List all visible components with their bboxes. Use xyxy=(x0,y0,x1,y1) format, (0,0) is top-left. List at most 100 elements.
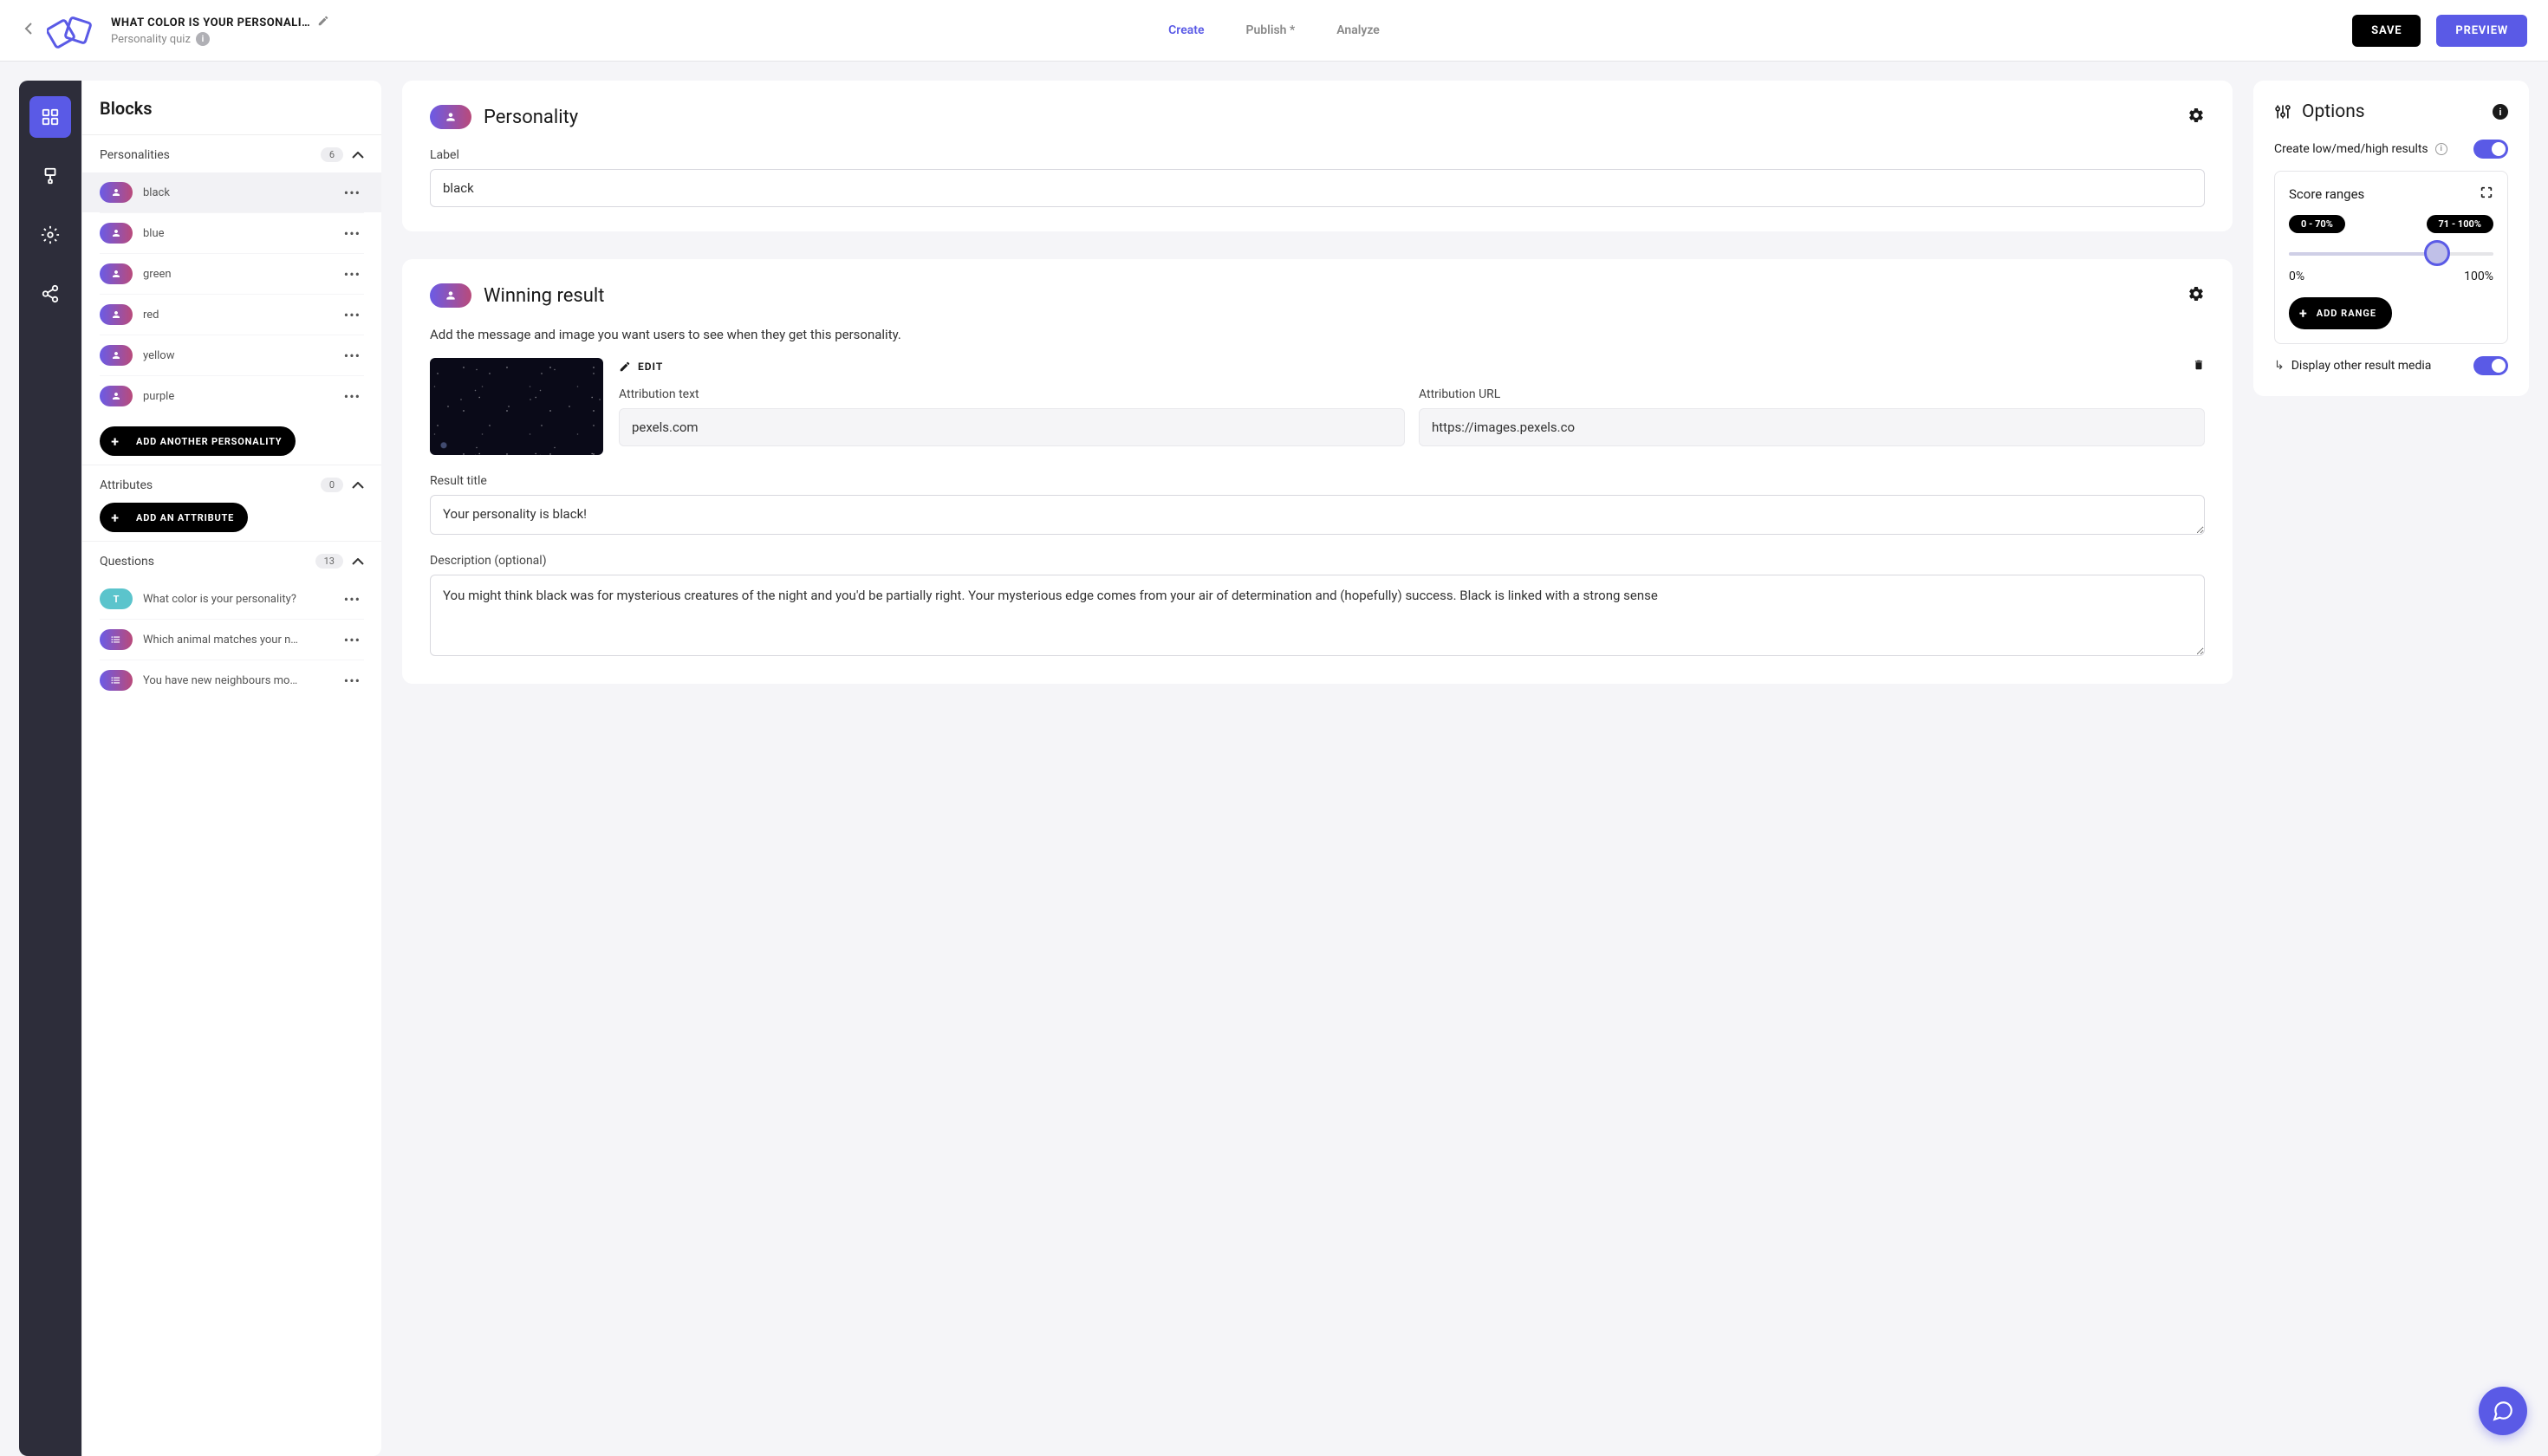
user-icon xyxy=(100,386,133,406)
personality-item-purple[interactable]: purple ••• xyxy=(100,375,364,416)
user-icon xyxy=(100,223,133,244)
score-ranges-title: Score ranges xyxy=(2289,186,2364,202)
quiz-subtitle: Personality quiz xyxy=(111,33,191,46)
chat-bubble-button[interactable] xyxy=(2479,1387,2527,1435)
tab-create[interactable]: Create xyxy=(1168,16,1204,44)
add-attribute-button[interactable]: + ADD AN ATTRIBUTE xyxy=(100,503,248,532)
more-icon[interactable]: ••• xyxy=(341,225,364,242)
rail-paint-icon[interactable] xyxy=(29,155,71,197)
attribution-url-input[interactable] xyxy=(1419,408,2205,446)
plus-icon: + xyxy=(105,507,126,528)
riddle-logo-icon[interactable] xyxy=(47,8,94,53)
add-range-button[interactable]: + ADD RANGE xyxy=(2289,297,2392,329)
question-item[interactable]: T What color is your personality? ••• xyxy=(100,579,364,619)
options-card: Options i Create low/med/high results i … xyxy=(2253,81,2529,396)
attribution-url-label: Attribution URL xyxy=(1419,387,2205,401)
sublevel-icon: ↳ xyxy=(2274,359,2285,373)
user-icon xyxy=(100,345,133,366)
expand-icon[interactable] xyxy=(2480,185,2493,203)
winning-result-helper: Add the message and image you want users… xyxy=(430,327,2205,342)
result-title-input[interactable] xyxy=(430,495,2205,535)
description-label: Description (optional) xyxy=(430,554,2205,568)
add-personality-button[interactable]: + ADD ANOTHER PERSONALITY xyxy=(100,426,296,456)
personalities-count: 6 xyxy=(321,147,343,162)
trash-icon[interactable] xyxy=(2193,358,2205,375)
info-icon[interactable]: i xyxy=(196,32,210,46)
section-personalities[interactable]: Personalities 6 xyxy=(100,147,364,162)
questions-count: 13 xyxy=(315,554,343,569)
personality-item-red[interactable]: red ••• xyxy=(100,294,364,335)
attribution-text-input[interactable] xyxy=(619,408,1405,446)
user-icon xyxy=(100,263,133,284)
rail-share-icon[interactable] xyxy=(29,273,71,315)
chevron-up-icon xyxy=(352,478,364,492)
tab-publish[interactable]: Publish * xyxy=(1246,16,1296,44)
list-icon xyxy=(100,670,133,691)
gear-icon[interactable] xyxy=(2187,107,2205,127)
range-pill-high: 71 - 100% xyxy=(2427,215,2494,233)
slider-max: 100% xyxy=(2464,270,2493,283)
result-title-label: Result title xyxy=(430,474,2205,488)
left-rail xyxy=(19,81,81,1456)
description-input[interactable] xyxy=(430,575,2205,656)
section-questions[interactable]: Questions 13 xyxy=(100,554,364,569)
save-button[interactable]: SAVE xyxy=(2352,15,2421,47)
more-icon[interactable]: ••• xyxy=(341,632,364,648)
plus-icon: + xyxy=(2299,305,2308,322)
personality-item-black[interactable]: black ••• xyxy=(82,172,381,212)
personality-item-yellow[interactable]: yellow ••• xyxy=(100,335,364,375)
question-item[interactable]: You have new neighbours mo… ••• xyxy=(100,660,364,700)
range-pill-low: 0 - 70% xyxy=(2289,215,2345,233)
question-item[interactable]: Which animal matches your n… ••• xyxy=(100,619,364,660)
attributes-count: 0 xyxy=(321,478,343,492)
winning-result-card: Winning result Add the message and image… xyxy=(402,259,2233,684)
user-icon xyxy=(430,283,471,308)
more-icon[interactable]: ••• xyxy=(341,185,364,201)
more-icon[interactable]: ••• xyxy=(341,673,364,689)
more-icon[interactable]: ••• xyxy=(341,307,364,323)
personality-item-blue[interactable]: blue ••• xyxy=(100,212,364,253)
user-icon xyxy=(100,182,133,203)
attribution-text-label: Attribution text xyxy=(619,387,1405,401)
label-input[interactable] xyxy=(430,169,2205,207)
options-title: Options xyxy=(2302,101,2365,122)
create-results-label: Create low/med/high results xyxy=(2274,142,2428,156)
pencil-icon[interactable] xyxy=(317,15,329,30)
app-header: WHAT COLOR IS YOUR PERSONALI… Personalit… xyxy=(0,0,2548,62)
personality-card-title: Personality xyxy=(484,107,578,128)
info-icon[interactable]: i xyxy=(2493,104,2508,120)
pencil-icon xyxy=(619,361,631,373)
range-slider[interactable] xyxy=(2289,245,2493,263)
user-icon xyxy=(430,105,471,129)
rail-blocks-icon[interactable] xyxy=(29,96,71,138)
back-arrow-icon[interactable] xyxy=(21,18,36,43)
result-image-thumbnail[interactable] xyxy=(430,358,603,455)
plus-icon: + xyxy=(105,431,126,452)
info-icon[interactable]: i xyxy=(2435,143,2447,155)
chevron-up-icon xyxy=(352,148,364,162)
create-results-toggle[interactable] xyxy=(2473,140,2508,159)
section-attributes[interactable]: Attributes 0 xyxy=(100,478,364,492)
blocks-title: Blocks xyxy=(82,81,381,135)
chevron-up-icon xyxy=(352,555,364,569)
more-icon[interactable]: ••• xyxy=(341,591,364,608)
display-other-toggle[interactable] xyxy=(2473,356,2508,375)
preview-button[interactable]: PREVIEW xyxy=(2436,15,2527,47)
more-icon[interactable]: ••• xyxy=(341,348,364,364)
more-icon[interactable]: ••• xyxy=(341,388,364,405)
edit-image-button[interactable]: EDIT xyxy=(619,361,663,373)
slider-handle[interactable] xyxy=(2424,240,2450,266)
gear-icon[interactable] xyxy=(2187,285,2205,306)
personality-card: Personality Label xyxy=(402,81,2233,231)
user-icon xyxy=(100,304,133,325)
text-badge-icon: T xyxy=(100,588,133,609)
label-field-label: Label xyxy=(430,148,2205,162)
slider-min: 0% xyxy=(2289,270,2304,283)
tab-analyze[interactable]: Analyze xyxy=(1336,16,1380,44)
more-icon[interactable]: ••• xyxy=(341,266,364,283)
display-other-label: Display other result media xyxy=(2291,359,2432,373)
rail-settings-icon[interactable] xyxy=(29,214,71,256)
sliders-icon xyxy=(2274,103,2291,120)
personality-item-green[interactable]: green ••• xyxy=(100,253,364,294)
quiz-title: WHAT COLOR IS YOUR PERSONALI… xyxy=(111,16,310,29)
